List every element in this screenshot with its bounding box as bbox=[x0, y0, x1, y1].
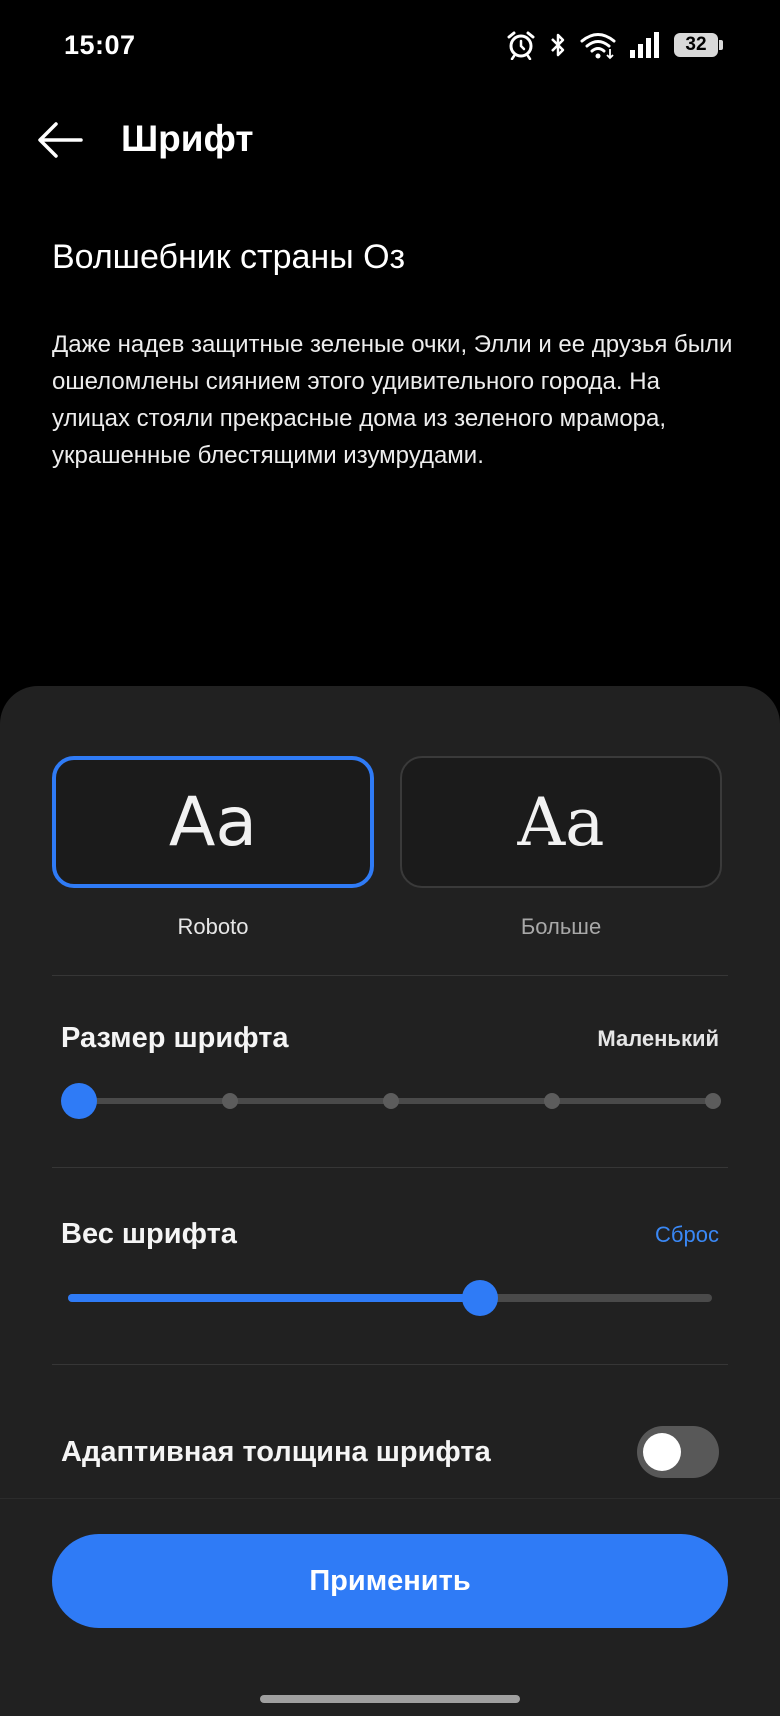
font-weight-slider[interactable] bbox=[68, 1278, 712, 1318]
status-time: 15:07 bbox=[64, 30, 136, 60]
divider bbox=[52, 1364, 728, 1365]
status-icons: 32 bbox=[506, 30, 724, 60]
arrow-left-icon bbox=[36, 120, 84, 165]
apply-button[interactable]: Применить bbox=[52, 1534, 728, 1628]
slider-step-dot bbox=[383, 1093, 399, 1109]
home-indicator[interactable] bbox=[260, 1695, 520, 1703]
back-button[interactable] bbox=[30, 112, 90, 172]
font-option-roboto[interactable]: Aa bbox=[52, 756, 374, 888]
divider bbox=[52, 975, 728, 976]
battery-level: 32 bbox=[674, 33, 718, 57]
font-size-title: Размер шрифта bbox=[61, 1022, 289, 1054]
adaptive-weight-title: Адаптивная толщина шрифта bbox=[61, 1436, 491, 1468]
slider-fill bbox=[68, 1294, 481, 1302]
reset-button[interactable]: Сброс bbox=[655, 1222, 719, 1248]
wifi-icon bbox=[580, 30, 616, 60]
divider bbox=[0, 1498, 780, 1499]
status-bar: 15:07 32 bbox=[0, 0, 780, 95]
font-option-label: Roboto bbox=[177, 914, 249, 939]
font-settings-screen: 15:07 32 Шрифт Волшебник страны Оз Даже … bbox=[0, 0, 780, 1716]
divider bbox=[52, 1167, 728, 1168]
page-title: Шрифт bbox=[121, 118, 254, 159]
font-settings-sheet: Aa Aa Roboto Больше Размер шрифта Малень… bbox=[0, 686, 780, 1716]
font-option-more[interactable]: Aa bbox=[400, 756, 722, 888]
preview-text: Даже надев защитные зеленые очки, Элли и… bbox=[52, 331, 733, 469]
slider-step-dot bbox=[705, 1093, 721, 1109]
slider-thumb[interactable] bbox=[61, 1083, 97, 1119]
font-option-label: Больше bbox=[520, 914, 602, 939]
font-size-slider[interactable] bbox=[61, 1081, 721, 1121]
font-sample: Aa bbox=[517, 783, 605, 861]
slider-step-dot bbox=[222, 1093, 238, 1109]
slider-step-dot bbox=[544, 1093, 560, 1109]
toggle-knob bbox=[643, 1433, 681, 1471]
preview-title: Волшебник страны Оз bbox=[52, 238, 406, 276]
bluetooth-icon bbox=[548, 30, 568, 60]
battery-icon: 32 bbox=[674, 32, 724, 58]
signal-icon bbox=[628, 30, 662, 60]
alarm-icon bbox=[506, 30, 536, 60]
font-weight-title: Вес шрифта bbox=[61, 1218, 237, 1250]
font-size-value: Маленький bbox=[597, 1026, 719, 1051]
font-sample: Aa bbox=[168, 782, 258, 862]
adaptive-weight-toggle[interactable] bbox=[637, 1426, 719, 1478]
slider-thumb[interactable] bbox=[462, 1280, 499, 1316]
